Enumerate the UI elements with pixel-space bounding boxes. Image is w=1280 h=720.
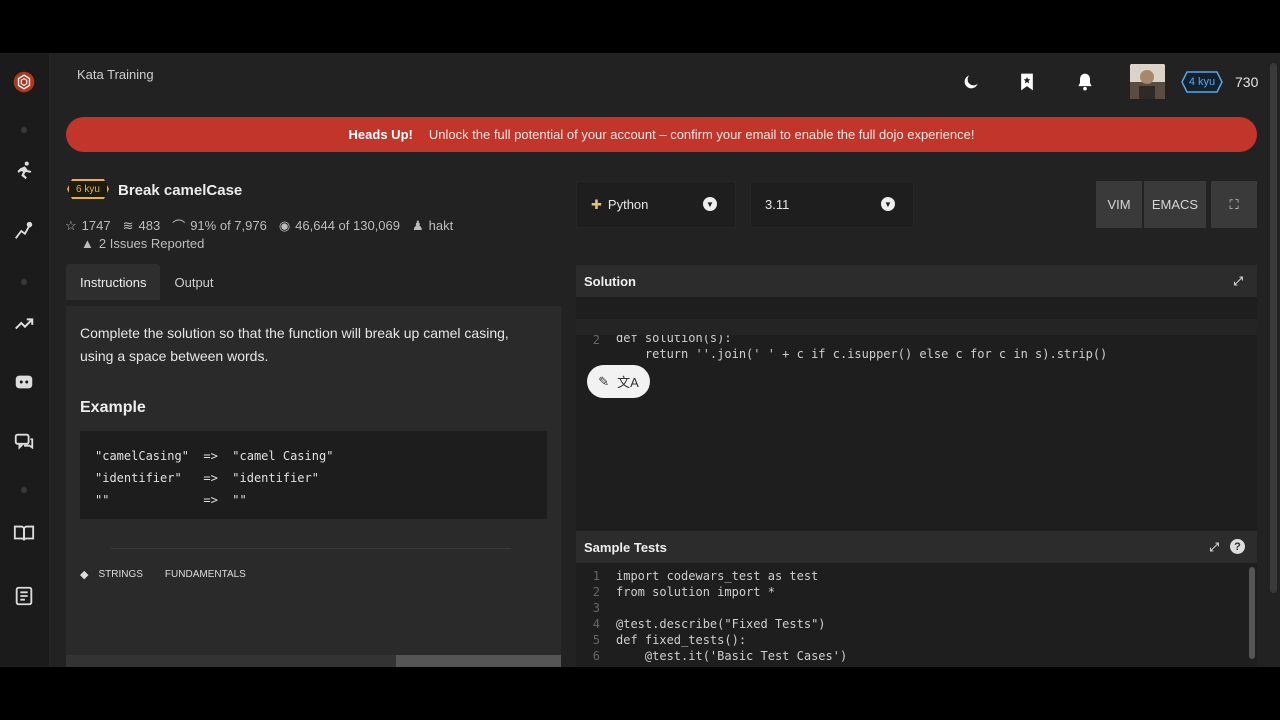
sidebar-separator: [0, 485, 48, 495]
banner-message: Unlock the full potential of your accoun…: [428, 127, 975, 142]
chat-icon[interactable]: [0, 430, 48, 454]
warning-icon: ▲: [81, 236, 94, 251]
collections-count: 483: [138, 218, 161, 233]
page-title: Kata Training: [77, 67, 154, 82]
tag-fundamentals[interactable]: FUNDAMENTALS: [165, 569, 246, 580]
issues-label: 2 Issues Reported: [98, 236, 205, 251]
instructions-text: Complete the solution so that the functi…: [80, 325, 509, 364]
vim-mode-button[interactable]: VIM: [1096, 181, 1142, 228]
code-line: 1 def solution(s):: [576, 303, 1257, 345]
magic-wand-icon[interactable]: ✎: [598, 374, 609, 390]
code-line: 2 return ''.join(' ' + c if c.isupper() …: [576, 319, 1257, 361]
solution-editor[interactable]: 1 def solution(s): 2 return ''.join(' ' …: [576, 297, 1257, 539]
translate-icon[interactable]: 文A: [617, 372, 639, 391]
language-value: Python: [607, 197, 649, 212]
practice-icon[interactable]: [0, 219, 48, 243]
kata-stats: ☆ 1747 ≋ 483 ⌒ 91% of 7,976 ◉ 46,644 of 130,…: [65, 216, 453, 235]
user-rank-badge[interactable]: 4 kyu: [1181, 71, 1223, 93]
tab-output[interactable]: Output: [160, 264, 227, 300]
python-icon: ✚: [591, 196, 602, 212]
chevron-down-icon: ▼: [703, 197, 717, 211]
expand-icon[interactable]: ⤢: [1209, 540, 1219, 555]
app-window: Kata Training 4 kyu 730 Heads Up! Unlock…: [0, 53, 1280, 667]
email-confirm-banner[interactable]: Heads Up! Unlock the full potential of y…: [66, 117, 1257, 152]
training-icon[interactable]: [0, 159, 48, 183]
instruction-tabs: Instructions Output: [66, 264, 228, 300]
version-value: 3.11: [765, 197, 790, 212]
user-rank-label: 4 kyu: [1188, 76, 1216, 88]
language-select[interactable]: ✚ Python ▼: [576, 181, 736, 228]
satisfaction-stat: ⌒ 91% of 7,976: [172, 216, 267, 235]
line-number: 1: [592, 569, 600, 583]
sidebar-separator: [0, 277, 48, 287]
tests-scrollbar[interactable]: [1249, 567, 1255, 659]
chevron-down-icon: ▼: [881, 197, 895, 211]
version-select[interactable]: 3.11 ▼: [750, 181, 914, 228]
solution-header: Solution ⤢: [576, 265, 1257, 297]
sample-tests-header: Sample Tests ⤢ ?: [576, 531, 1257, 563]
tab-instructions[interactable]: Instructions: [66, 264, 161, 300]
line-number: 2: [592, 585, 600, 599]
satisfaction-value: 91% of 7,976: [190, 218, 267, 233]
user-icon: ♟: [412, 217, 424, 233]
collections-stat[interactable]: ≋ 483: [123, 218, 161, 234]
code-text: import codewars_test as test: [616, 569, 819, 583]
line-number: 5: [592, 633, 600, 647]
instructions-hscrollbar[interactable]: [66, 655, 561, 667]
stars-count: 1747: [81, 218, 111, 233]
code-text: def fixed_tests():: [616, 633, 747, 647]
issues-reported[interactable]: ▲ 2 Issues Reported: [81, 236, 204, 251]
emacs-mode-button[interactable]: EMACS: [1144, 181, 1206, 228]
sidebar: [0, 53, 50, 667]
banner-heading: Heads Up!: [348, 127, 413, 142]
fullscreen-button[interactable]: ⛶: [1211, 181, 1257, 228]
bell-icon[interactable]: [1074, 71, 1096, 93]
line-number: 3: [592, 601, 600, 615]
kata-title: Break camelCase: [118, 182, 243, 199]
kata-tags: ◆ STRINGS FUNDAMENTALS: [80, 568, 246, 581]
assist-tools[interactable]: ✎ 文A: [587, 365, 650, 398]
docs-book-icon[interactable]: [0, 521, 48, 545]
stack-icon: ≋: [122, 217, 134, 233]
kata-rank-badge: 6 kyu: [67, 179, 109, 199]
target-icon: ◉: [278, 217, 291, 233]
code-text: from solution import *: [616, 585, 775, 599]
completed-value: 46,644 of 130,069: [295, 218, 400, 233]
page-scrollbar[interactable]: [1270, 63, 1277, 593]
avatar[interactable]: [1130, 64, 1165, 99]
honor-points: 730: [1235, 74, 1259, 90]
fullscreen-icon: ⛶: [1229, 196, 1239, 212]
help-icon[interactable]: ?: [1230, 539, 1245, 554]
thumbs-icon: ⌒: [172, 219, 186, 234]
news-icon[interactable]: [0, 584, 48, 608]
codewars-logo-icon[interactable]: [0, 63, 48, 101]
leaderboard-trend-icon[interactable]: [0, 312, 48, 336]
line-number: 4: [592, 617, 600, 631]
discord-icon[interactable]: [0, 370, 48, 394]
scrollbar-thumb[interactable]: [396, 655, 561, 667]
star-icon: ☆: [65, 217, 77, 233]
divider: [111, 548, 511, 549]
line-number: 2: [592, 333, 600, 347]
code-text: return ''.join(' ' + c if c.isupper() el…: [616, 347, 1108, 361]
sample-tests-editor[interactable]: 1 import codewars_test as test 2 from solu…: [576, 563, 1257, 667]
expand-icon[interactable]: ⤢: [1233, 274, 1243, 289]
tag-strings[interactable]: STRINGS: [98, 569, 142, 580]
sidebar-separator: [0, 125, 48, 135]
tag-icon: ◆: [80, 569, 89, 581]
line-number: 6: [592, 649, 600, 663]
sample-tests-heading: Sample Tests: [584, 539, 667, 555]
author-name: hakt: [428, 218, 454, 233]
author-stat[interactable]: ♟ hakt: [412, 218, 453, 234]
instructions-panel: Complete the solution so that the functi…: [66, 306, 561, 667]
example-heading: Example: [80, 399, 146, 416]
moon-icon[interactable]: [960, 71, 982, 93]
example-code: "camelCasing" => "camel Casing" "identif…: [80, 431, 547, 519]
stars-stat[interactable]: ☆ 1747: [65, 218, 111, 234]
code-text: @test.it('Basic Test Cases'): [616, 649, 848, 663]
code-text: @test.describe("Fixed Tests"): [616, 617, 826, 631]
completed-stat: ◉ 46,644 of 130,069: [279, 218, 400, 234]
bookmark-icon[interactable]: [1016, 71, 1038, 93]
solution-heading: Solution: [584, 273, 636, 289]
